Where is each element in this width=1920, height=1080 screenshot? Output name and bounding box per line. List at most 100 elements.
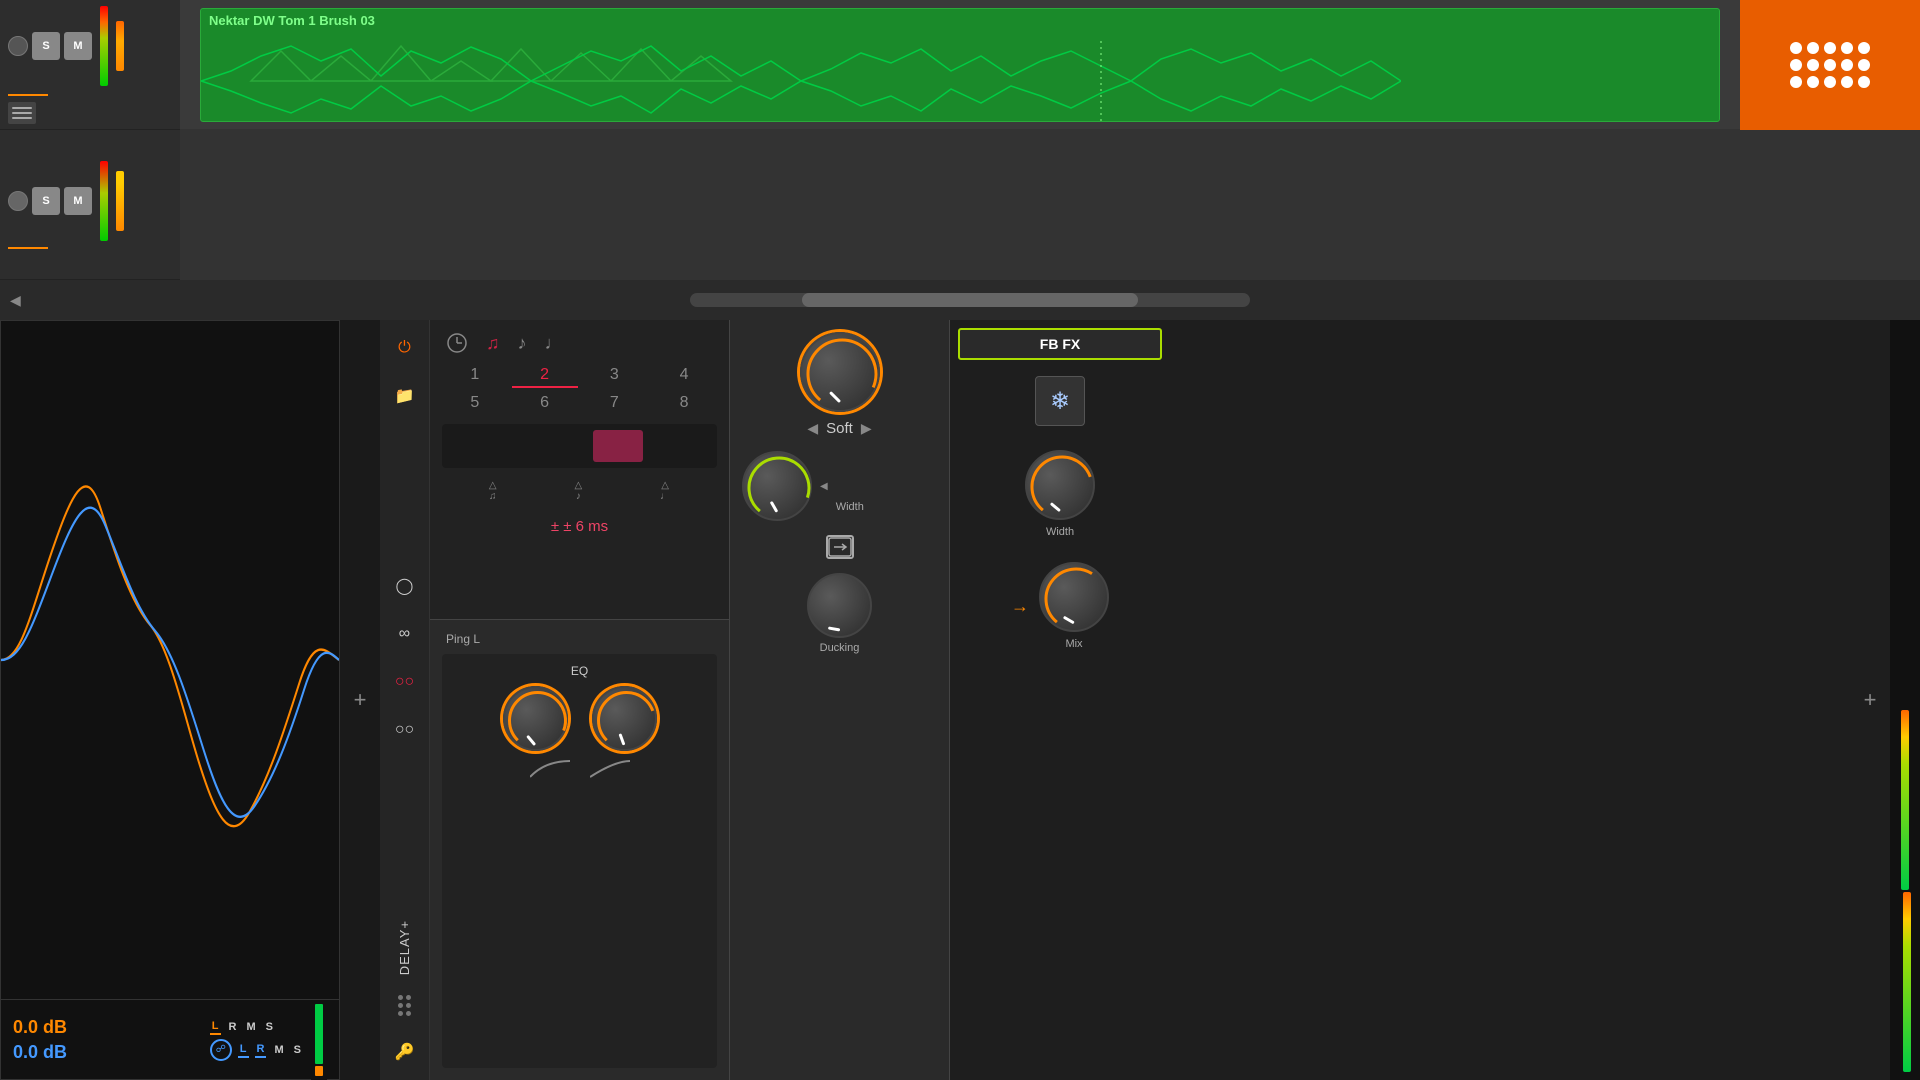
r-btn-2[interactable]: R bbox=[255, 1042, 267, 1058]
track-meter-orange-2 bbox=[116, 171, 124, 231]
num-3[interactable]: 3 bbox=[582, 364, 648, 388]
ducking-knob[interactable] bbox=[807, 573, 872, 638]
fb-fx-header[interactable]: FB FX bbox=[958, 328, 1162, 360]
logo-dot bbox=[1824, 76, 1836, 88]
daw-arrangement: S M S M bbox=[0, 0, 1920, 280]
record-btn-2[interactable] bbox=[8, 191, 28, 211]
track-meter-2 bbox=[100, 161, 108, 241]
l-btn-blue[interactable]: L bbox=[238, 1042, 249, 1058]
folder-icon[interactable]: 📁 bbox=[389, 380, 421, 412]
eq-knob-2[interactable] bbox=[592, 686, 657, 751]
solo-btn-1[interactable]: S bbox=[32, 32, 60, 60]
power-icon[interactable]: ⏻ bbox=[389, 332, 421, 364]
feedback-icon[interactable] bbox=[826, 535, 854, 559]
audio-clip-1[interactable]: Nektar DW Tom 1 Brush 03 bbox=[200, 8, 1720, 122]
mix-area: → Mix bbox=[958, 562, 1162, 650]
delay-display-bar[interactable] bbox=[442, 424, 717, 468]
mix-knob[interactable] bbox=[1039, 562, 1109, 632]
snowflake-area: ❄ bbox=[958, 376, 1162, 426]
width-arrow-right[interactable]: ◀ bbox=[820, 481, 828, 492]
eq-knob-2-container bbox=[592, 686, 657, 751]
fb-width-label: Width bbox=[1046, 526, 1074, 538]
half-note-icon[interactable]: ♪ bbox=[518, 333, 527, 354]
logo-dot bbox=[1841, 76, 1853, 88]
logo-dot bbox=[1790, 42, 1802, 54]
number-grid: 1 2 3 4 5 6 7 8 bbox=[442, 364, 717, 414]
track-fader-line-1 bbox=[8, 94, 48, 96]
daw-bottom-section: 0.0 dB 0.0 dB L R M S ☍ L R M S bbox=[0, 320, 1920, 1080]
soft-left-arrow[interactable]: ◀ bbox=[807, 420, 818, 437]
add-right-btn[interactable]: + bbox=[1850, 687, 1890, 713]
scrollbar-thumb[interactable] bbox=[802, 293, 1138, 307]
quarter-note-icon[interactable]: ♩ bbox=[545, 333, 563, 354]
delay-bottom-section: Ping L EQ bbox=[430, 620, 729, 1080]
dotted-note-icon[interactable]: ♫ bbox=[486, 333, 500, 354]
width-knob-wrapper bbox=[742, 451, 812, 521]
scroll-left-arrow[interactable]: ◀ bbox=[10, 292, 21, 309]
dot-5 bbox=[398, 1011, 403, 1016]
clock-icon[interactable] bbox=[446, 332, 468, 354]
m-btn-2[interactable]: M bbox=[272, 1043, 285, 1057]
record-circle-icon[interactable]: ○○ bbox=[389, 666, 421, 698]
scrollbar-area: ◀ bbox=[0, 280, 1920, 320]
logo-dots-grid bbox=[1790, 42, 1870, 88]
snowflake-btn[interactable]: ❄ bbox=[1035, 376, 1085, 426]
num-4[interactable]: 4 bbox=[651, 364, 717, 388]
meter-seg-orange bbox=[315, 1066, 323, 1076]
num-1[interactable]: 1 bbox=[442, 364, 508, 388]
right-output-meter bbox=[1890, 320, 1920, 1080]
clip-row-1: Nektar DW Tom 1 Brush 03 bbox=[180, 0, 1920, 130]
solo-btn-2[interactable]: S bbox=[32, 187, 60, 215]
clip-title: Nektar DW Tom 1 Brush 03 bbox=[201, 9, 1719, 32]
mute-btn-2[interactable]: M bbox=[64, 187, 92, 215]
analyzer-labels: 0.0 dB 0.0 dB L R M S ☍ L R M S bbox=[1, 999, 339, 1079]
orange-logo bbox=[1740, 0, 1920, 130]
sidebar-dots[interactable] bbox=[394, 991, 415, 1020]
soft-right-arrow[interactable]: ▶ bbox=[861, 420, 872, 437]
logo-dot bbox=[1858, 42, 1870, 54]
plugin-label: DELAY+ bbox=[397, 904, 412, 975]
right-meter-bar-2 bbox=[1903, 892, 1911, 1072]
width-knob[interactable] bbox=[742, 451, 812, 521]
num-5[interactable]: 5 bbox=[442, 392, 508, 414]
width-knob-area: ◀ Width bbox=[742, 451, 937, 521]
double-circle-icon[interactable]: ○○ bbox=[389, 714, 421, 746]
num-6[interactable]: 6 bbox=[512, 392, 578, 414]
side-meter-bar bbox=[311, 1000, 327, 1080]
mute-btn-1[interactable]: M bbox=[64, 32, 92, 60]
track-menu-1[interactable] bbox=[8, 102, 36, 124]
arrow-right-icon: → bbox=[1011, 596, 1029, 617]
s-btn-1[interactable]: S bbox=[264, 1020, 275, 1034]
dot-4 bbox=[406, 1003, 411, 1008]
num-7[interactable]: 7 bbox=[582, 392, 648, 414]
logo-dot bbox=[1807, 76, 1819, 88]
record-btn-1[interactable] bbox=[8, 36, 28, 56]
r-btn-1[interactable]: R bbox=[227, 1020, 239, 1034]
m-btn-1[interactable]: M bbox=[244, 1020, 257, 1034]
lrms-row-1: L R M S bbox=[210, 1019, 303, 1035]
fb-width-knob[interactable] bbox=[1025, 450, 1095, 520]
num-2[interactable]: 2 bbox=[512, 364, 578, 388]
arrow-item-2: △ ♪ bbox=[574, 480, 582, 502]
num-8[interactable]: 8 bbox=[651, 392, 717, 414]
logo-dot bbox=[1807, 42, 1819, 54]
key-icon[interactable]: 🔑 bbox=[389, 1036, 421, 1068]
scrollbar-track[interactable] bbox=[690, 293, 1250, 307]
track-row-2: S M bbox=[0, 130, 180, 280]
arrangement-area: Nektar DW Tom 1 Brush 03 bbox=[180, 0, 1920, 280]
eq-section: EQ bbox=[442, 654, 717, 1068]
l-btn-orange[interactable]: L bbox=[210, 1019, 221, 1035]
link-icon[interactable]: ☍ bbox=[210, 1039, 232, 1061]
link-circle-icon[interactable]: ∞ bbox=[389, 618, 421, 650]
db-blue: 0.0 dB bbox=[13, 1042, 67, 1063]
eq-knob-1[interactable] bbox=[503, 686, 568, 751]
ducking-label: Ducking bbox=[820, 642, 860, 654]
soft-knob[interactable] bbox=[800, 332, 880, 412]
circle-icon-1[interactable]: ◯ bbox=[389, 570, 421, 602]
delay-main-section: ♫ ♪ ♩ 1 2 3 4 5 6 7 8 bbox=[430, 320, 730, 1080]
logo-dot bbox=[1858, 76, 1870, 88]
ducking-knob-area: Ducking bbox=[742, 573, 937, 654]
lrms-row-2: ☍ L R M S bbox=[210, 1039, 303, 1061]
add-panel-btn[interactable]: + bbox=[340, 320, 380, 1080]
s-btn-2[interactable]: S bbox=[292, 1043, 303, 1057]
